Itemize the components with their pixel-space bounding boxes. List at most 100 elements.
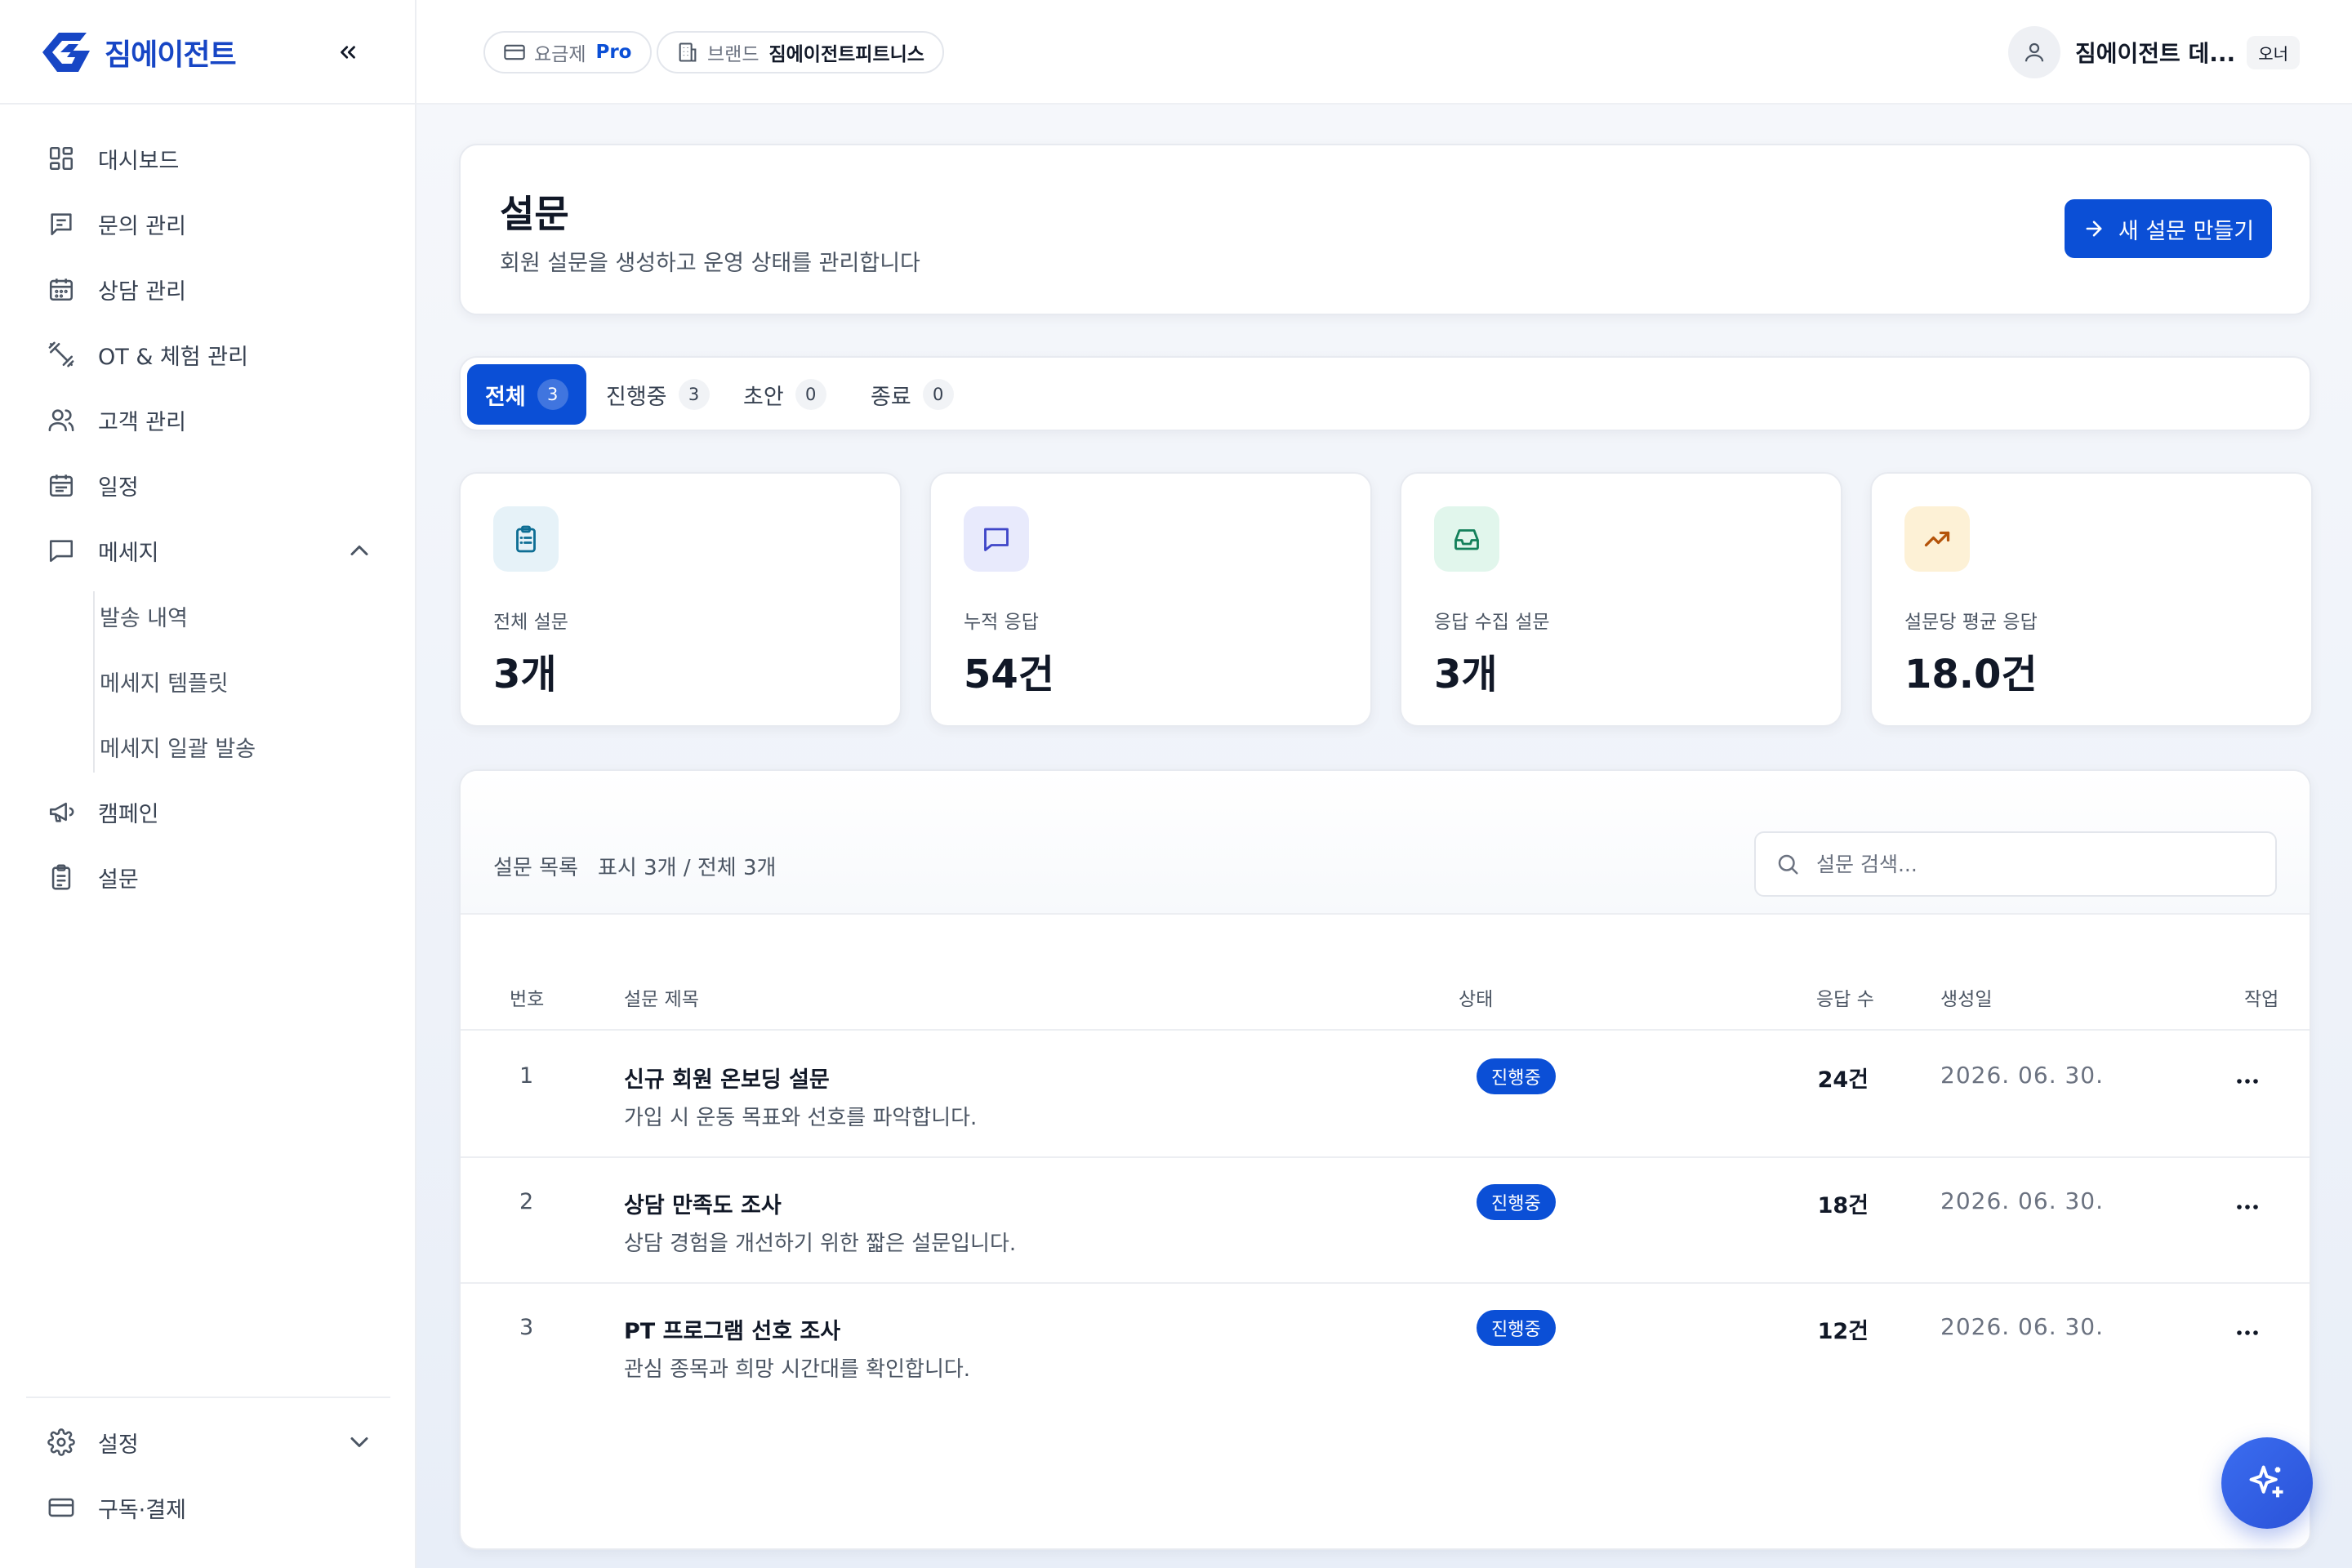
gear-icon <box>46 1427 77 1458</box>
sidebar-item-inquiries[interactable]: 문의 관리 <box>0 191 416 256</box>
sidebar-item-schedule[interactable]: 일정 <box>0 452 416 518</box>
list-count: 표시 3개 / 전체 3개 <box>598 856 777 880</box>
more-horizontal-icon <box>2237 1205 2258 1209</box>
stat-value: 18.0건 <box>1904 652 2038 697</box>
new-survey-button[interactable]: 새 설문 만들기 <box>2065 199 2272 258</box>
response-count: 18건 <box>1817 1193 1869 1218</box>
stat-label: 응답 수집 설문 <box>1434 612 1550 633</box>
double-chevron-left-icon <box>341 46 355 59</box>
chat-bubble-icon <box>46 535 77 566</box>
dumbbell-icon <box>46 339 77 370</box>
more-actions-button[interactable] <box>2228 1065 2267 1098</box>
table-row[interactable]: 1 신규 회원 온보딩 설문 가입 시 운동 목표와 선호를 파악합니다. 진행… <box>461 1032 2310 1158</box>
sidebar-item-messages[interactable]: 메세지 <box>0 518 416 583</box>
tab-count: 3 <box>678 379 710 410</box>
list-header: 설문 목록 표시 3개 / 전체 3개 <box>461 771 2310 915</box>
trending-up-icon <box>1904 506 1970 572</box>
sidebar-item-label: 캠페인 <box>98 801 159 827</box>
search-input[interactable] <box>1816 852 2241 876</box>
tab-in-progress[interactable]: 진행중 3 <box>588 364 728 425</box>
survey-title[interactable]: PT 프로그램 선호 조사 <box>624 1313 840 1345</box>
ai-assistant-button[interactable] <box>2221 1437 2313 1529</box>
user-menu[interactable]: 짐에이전트 데... 오너 <box>2007 24 2300 80</box>
megaphone-icon <box>46 796 77 827</box>
col-header-no: 번호 <box>510 989 545 1010</box>
survey-title[interactable]: 신규 회원 온보딩 설문 <box>624 1062 830 1094</box>
arrow-right-icon <box>2086 220 2102 237</box>
user-icon <box>2025 42 2044 62</box>
plan-pill[interactable]: 요금제 Pro <box>483 31 652 74</box>
brand-logo-icon <box>36 29 93 75</box>
tab-draft[interactable]: 초안 0 <box>725 364 844 425</box>
more-actions-button[interactable] <box>2228 1316 2267 1349</box>
survey-description: 상담 경험을 개선하기 위한 짧은 설문입니다. <box>624 1232 1017 1256</box>
more-actions-button[interactable] <box>2228 1191 2267 1223</box>
table-row[interactable]: 2 상담 만족도 조사 상담 경험을 개선하기 위한 짧은 설문입니다. 진행중… <box>461 1158 2310 1284</box>
sidebar-nav: 대시보드 문의 관리 상담 관리 OT & 체험 관리 고객 관리 일정 메세지… <box>0 126 416 910</box>
sidebar-item-label: 메세지 <box>98 540 159 566</box>
top-bar: 요금제 Pro 브랜드 짐에이전트피트니스 짐에이전트 데... 오너 <box>416 0 2352 105</box>
more-horizontal-icon <box>2237 1330 2258 1335</box>
message-square-icon <box>964 506 1029 572</box>
stat-value: 3개 <box>1434 652 1498 697</box>
chevron-up-icon[interactable] <box>345 536 374 565</box>
table-row[interactable]: 3 PT 프로그램 선호 조사 관심 종목과 희망 시간대를 확인합니다. 진행… <box>461 1284 2310 1410</box>
sidebar: 짐에이전트 대시보드 문의 관리 상담 관리 OT & 체험 관리 고객 관리 … <box>0 0 416 1568</box>
chevron-down-icon[interactable] <box>345 1428 374 1457</box>
sparkles-icon <box>2249 1465 2283 1498</box>
page-title: 설문 <box>500 192 569 236</box>
stat-label: 전체 설문 <box>493 612 568 633</box>
role-badge: 오너 <box>2247 35 2300 69</box>
status-badge: 진행중 <box>1477 1184 1556 1220</box>
clipboard-list-icon <box>493 506 559 572</box>
plan-value: Pro <box>595 42 632 63</box>
survey-search <box>1754 831 2277 897</box>
status-badge: 진행중 <box>1477 1310 1556 1346</box>
tab-label: 전체 <box>485 384 526 410</box>
response-count: 12건 <box>1817 1319 1869 1344</box>
sidebar-item-campaigns[interactable]: 캠페인 <box>0 779 416 844</box>
tab-label: 종료 <box>871 384 911 410</box>
dashboard-grid-icon <box>46 143 77 174</box>
sidebar-item-label: 설문 <box>98 866 139 893</box>
sidebar-item-label: 문의 관리 <box>98 213 186 239</box>
calendar-icon <box>46 274 77 305</box>
avatar <box>2007 26 2060 78</box>
tab-all[interactable]: 전체 3 <box>467 364 586 425</box>
created-date: 2026. 06. 30. <box>1940 1187 2105 1214</box>
sidebar-subitem-templates[interactable]: 메세지 템플릿 <box>0 648 416 714</box>
message-square-icon <box>46 208 77 239</box>
sidebar-subitem-send-history[interactable]: 발송 내역 <box>0 583 416 648</box>
collapse-sidebar-button[interactable] <box>330 36 366 69</box>
sidebar-item-billing[interactable]: 구독·결제 <box>26 1475 390 1540</box>
inbox-icon <box>1434 506 1499 572</box>
sidebar-item-surveys[interactable]: 설문 <box>0 844 416 910</box>
stat-card-avg-responses: 설문당 평균 응답 18.0건 <box>1870 472 2313 727</box>
sidebar-item-label: 일정 <box>98 474 139 501</box>
col-header-created: 생성일 <box>1940 989 1993 1010</box>
sidebar-item-label: OT & 체험 관리 <box>98 344 248 370</box>
response-count: 24건 <box>1817 1067 1869 1093</box>
col-header-actions: 작업 <box>2244 989 2279 1010</box>
sidebar-item-label: 설정 <box>98 1432 139 1458</box>
sidebar-item-settings[interactable]: 설정 <box>26 1410 390 1475</box>
list-title: 설문 목록 <box>493 856 578 880</box>
brand-pill[interactable]: 브랜드 짐에이전트피트니스 <box>657 31 944 74</box>
survey-title[interactable]: 상담 만족도 조사 <box>624 1187 782 1219</box>
created-date: 2026. 06. 30. <box>1940 1062 2105 1089</box>
stat-card-total-responses: 누적 응답 54건 <box>929 472 1372 727</box>
credit-card-icon <box>503 41 526 64</box>
messages-submenu: 발송 내역 메세지 템플릿 메세지 일괄 발송 <box>0 583 416 779</box>
sidebar-subitem-bulk-send[interactable]: 메세지 일괄 발송 <box>0 714 416 779</box>
sidebar-item-consultations[interactable]: 상담 관리 <box>0 256 416 322</box>
tab-label: 진행중 <box>606 384 667 410</box>
tab-closed[interactable]: 종료 0 <box>853 364 972 425</box>
stat-label: 설문당 평균 응답 <box>1904 612 2038 633</box>
row-number: 3 <box>519 1315 534 1340</box>
sidebar-item-label: 구독·결제 <box>98 1497 186 1523</box>
created-date: 2026. 06. 30. <box>1940 1313 2105 1340</box>
sidebar-item-customers[interactable]: 고객 관리 <box>0 387 416 452</box>
page-header-card: 설문 회원 설문을 생성하고 운영 상태를 관리합니다 새 설문 만들기 <box>459 144 2311 315</box>
sidebar-item-ot-trial[interactable]: OT & 체험 관리 <box>0 322 416 387</box>
sidebar-item-dashboard[interactable]: 대시보드 <box>0 126 416 191</box>
